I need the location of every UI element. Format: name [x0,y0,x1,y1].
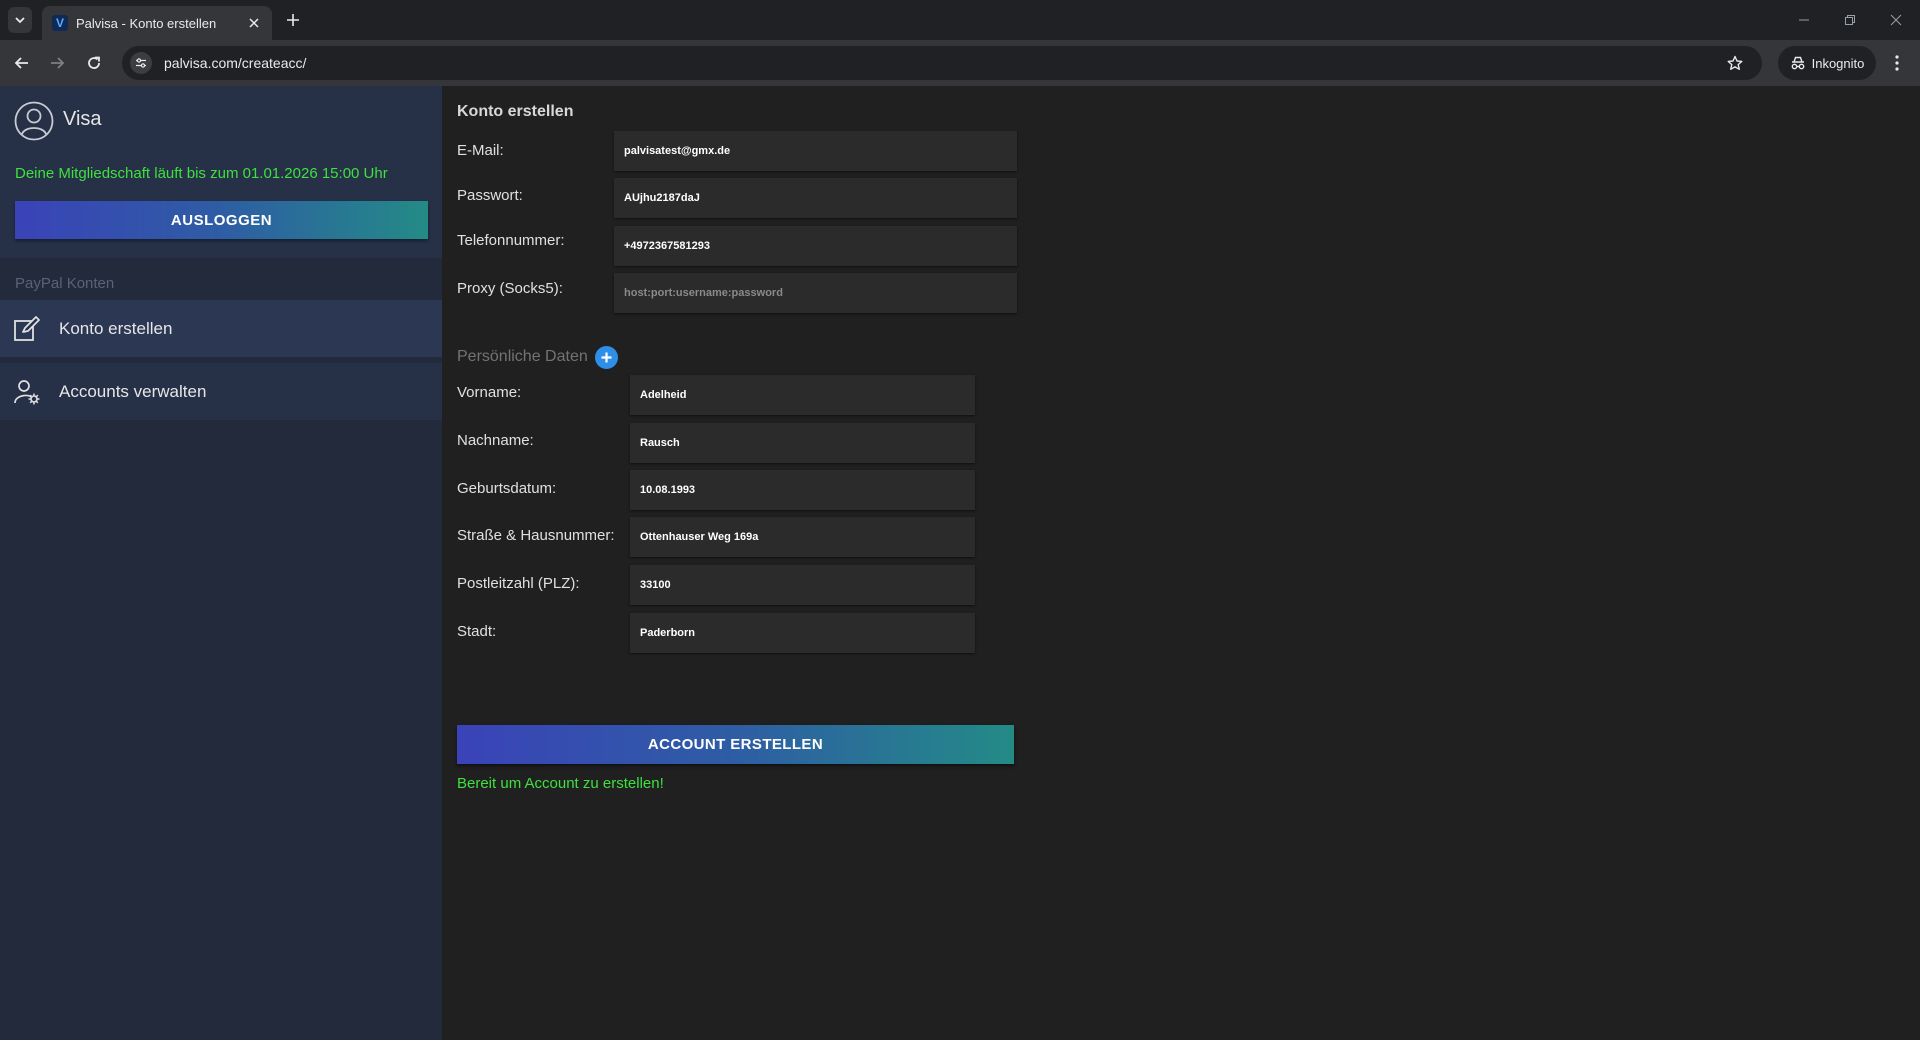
password-label: Passwort: [457,187,523,204]
close-icon [249,18,259,28]
address-bar[interactable]: palvisa.com/createacc/ [122,46,1762,80]
more-vertical-icon [1895,55,1899,71]
city-label: Stadt: [457,623,497,640]
birthdate-field[interactable] [630,470,975,510]
sidebar-item-accounts-verwalten[interactable]: Accounts verwalten [0,363,442,420]
sidebar-item-label: Konto erstellen [59,318,173,338]
phone-field[interactable] [614,226,1017,266]
plus-icon [601,352,612,363]
restore-icon [1845,15,1855,25]
street-label: Straße & Hausnummer: [457,527,615,544]
star-icon [1727,55,1743,70]
password-field[interactable] [614,178,1017,218]
user-settings-icon [12,377,42,407]
browser-menu-button[interactable] [1886,52,1908,74]
chevron-down-icon [15,17,25,24]
lastname-label: Nachname: [457,432,534,449]
zip-label: Postleitzahl (PLZ): [457,575,580,592]
restore-button[interactable] [1840,10,1860,30]
sidebar-item-konto-erstellen[interactable]: Konto erstellen [0,300,442,357]
bookmark-button[interactable] [1722,50,1748,76]
url-text[interactable]: palvisa.com/createacc/ [164,55,1722,71]
incognito-label: Inkognito [1811,55,1865,71]
incognito-indicator[interactable]: Inkognito [1778,46,1876,80]
section-label-paypal: PayPal Konten [15,275,115,292]
close-icon [1890,14,1902,26]
status-message: Bereit um Account zu erstellen! [457,775,664,792]
firstname-label: Vorname: [457,384,522,401]
arrow-left-icon [14,57,28,69]
sidebar-item-label: Accounts verwalten [59,381,207,401]
proxy-field[interactable] [614,273,1017,313]
zip-field[interactable] [630,565,975,605]
personal-data-heading: Persönliche Daten [457,348,588,365]
forward-button[interactable] [45,51,69,75]
user-name: Visa [63,108,102,130]
back-button[interactable] [10,51,34,75]
minimize-icon [1799,19,1809,21]
plus-icon [287,14,299,26]
window-close-button[interactable] [1886,10,1906,30]
arrow-right-icon [51,57,65,69]
new-tab-button[interactable] [282,9,304,31]
favicon-icon: V [52,15,68,31]
tab-search-button[interactable] [8,7,32,33]
browser-tab-active[interactable]: V Palvisa - Konto erstellen [42,6,272,40]
page-title: Konto erstellen [457,103,574,120]
user-avatar-icon [14,101,54,141]
profile-block: Visa Deine Mitgliedschaft läuft bis zum … [0,86,442,258]
logout-button[interactable]: AUSLOGGEN [15,201,428,239]
street-field[interactable] [630,517,975,557]
firstname-field[interactable] [630,375,975,415]
site-info-button[interactable] [130,52,152,74]
tab-title: Palvisa - Konto erstellen [76,15,217,31]
browser-toolbar: palvisa.com/createacc/ Inkognito [0,40,1920,86]
city-field[interactable] [630,613,975,653]
reload-icon [88,56,100,69]
incognito-icon [1791,56,1805,70]
main-content: Konto erstellen E-Mail: Passwort: Telefo… [442,86,1920,1040]
email-field[interactable] [614,131,1017,171]
add-personal-data-button[interactable] [595,346,618,369]
edit-icon [12,314,42,344]
minimize-button[interactable] [1794,10,1814,30]
sidebar: Visa Deine Mitgliedschaft läuft bis zum … [0,86,442,1040]
birthdate-label: Geburtsdatum: [457,480,557,497]
phone-label: Telefonnummer: [457,232,565,249]
reload-button[interactable] [82,51,106,75]
tune-icon [136,58,146,68]
email-label: E-Mail: [457,142,504,159]
tab-close-button[interactable] [244,13,264,33]
proxy-label: Proxy (Socks5): [457,280,563,297]
tab-strip: V Palvisa - Konto erstellen [0,0,1920,40]
create-account-button[interactable]: ACCOUNT ERSTELLEN [457,725,1014,764]
lastname-field[interactable] [630,423,975,463]
membership-status: Deine Mitgliedschaft läuft bis zum 01.01… [15,165,388,182]
